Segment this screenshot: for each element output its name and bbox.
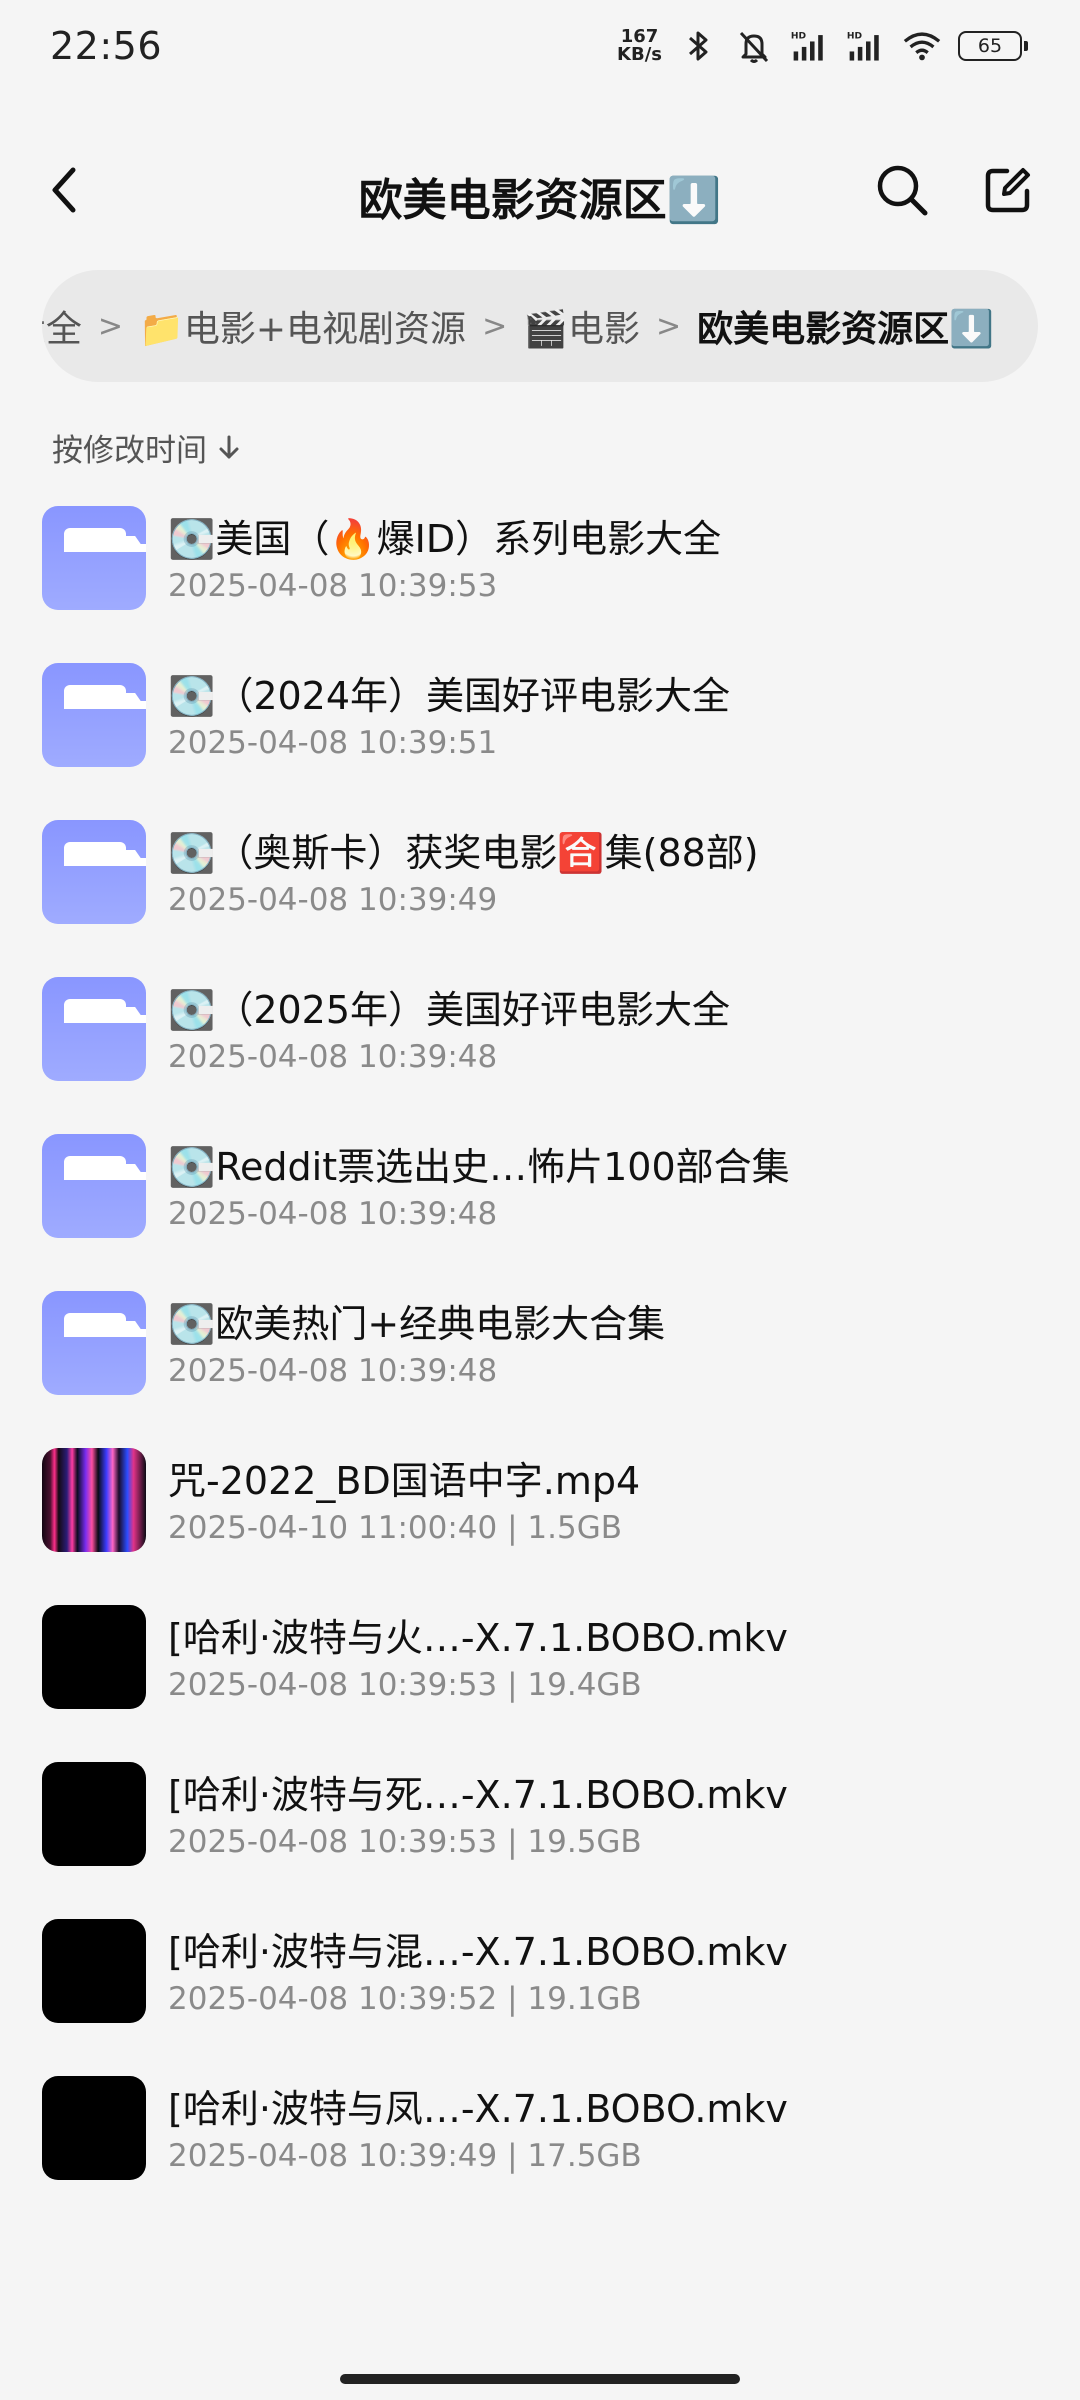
video-thumbnail [42, 1762, 146, 1866]
file-name: [哈利·波特与火…-X.7.1.BOBO.mkv [168, 1616, 788, 1660]
search-icon [877, 165, 928, 216]
sort-control[interactable]: 按修改时间 [52, 425, 241, 470]
breadcrumb-item[interactable]: 🎬电影 [521, 300, 642, 352]
arrow-down-icon [219, 435, 239, 458]
breadcrumb: 大全 > 📁电影+电视剧资源 > 🎬电影 > 欧美电影资源区⬇️ [42, 270, 1038, 382]
file-meta: 2025-04-08 10:39:53 [168, 568, 498, 604]
folder-icon [42, 1291, 146, 1395]
folder-icon [42, 977, 146, 1081]
file-name: [哈利·波特与混…-X.7.1.BOBO.mkv [168, 1930, 788, 1974]
folder-row[interactable]: 💽欧美热门+经典电影大合集 2025-04-08 10:39:48 [0, 1277, 1080, 1434]
file-list: 💽美国（🔥爆ID）系列电影大全 2025-04-08 10:39:53 💽（20… [0, 492, 1080, 2219]
file-meta: 2025-04-08 10:39:53 | 19.4GB [168, 1667, 642, 1703]
search-button[interactable] [872, 160, 932, 220]
chevron-right-icon: > [482, 308, 508, 344]
svg-text:HD: HD [847, 32, 863, 42]
status-bar: 22:56 167 KB/s HD HD 65 [0, 0, 1080, 100]
file-meta: 2025-04-08 10:39:48 [168, 1353, 498, 1389]
file-name: 💽（2024年）美国好评电影大全 [168, 674, 731, 718]
signal-hd-icon: HD [790, 26, 830, 66]
chevron-right-icon: > [656, 308, 682, 344]
header: 欧美电影资源区⬇️ [0, 140, 1080, 240]
folder-icon [42, 820, 146, 924]
battery-icon: 65 [958, 31, 1028, 61]
chevron-right-icon: > [97, 308, 124, 344]
breadcrumb-item[interactable]: 大全 [42, 300, 84, 352]
file-name: 💽Reddit票选出史…怖片100部合集 [168, 1145, 790, 1189]
breadcrumb-item[interactable]: 📁电影+电视剧资源 [137, 300, 468, 352]
edit-button[interactable] [978, 160, 1038, 220]
breadcrumb-track: 大全 > 📁电影+电视剧资源 > 🎬电影 > 欧美电影资源区⬇️ [42, 270, 996, 382]
chevron-left-icon [52, 167, 76, 213]
video-thumbnail [42, 2076, 146, 2180]
status-icons: 167 KB/s HD HD 65 [617, 26, 1028, 66]
wifi-icon [902, 26, 942, 66]
folder-icon [42, 506, 146, 610]
battery-level: 65 [977, 35, 1003, 57]
file-meta: 2025-04-08 10:39:48 [168, 1196, 498, 1232]
file-name: 咒-2022_BD国语中字.mp4 [168, 1459, 641, 1503]
status-time: 22:56 [50, 24, 163, 68]
file-meta: 2025-04-10 11:00:40 | 1.5GB [168, 1510, 622, 1546]
file-name: 💽美国（🔥爆ID）系列电影大全 [168, 517, 722, 561]
folder-row[interactable]: 💽（2024年）美国好评电影大全 2025-04-08 10:39:51 [0, 649, 1080, 806]
file-row[interactable]: [哈利·波特与死…-X.7.1.BOBO.mkv 2025-04-08 10:3… [0, 1748, 1080, 1905]
home-indicator[interactable] [340, 2374, 740, 2384]
folder-row[interactable]: 💽美国（🔥爆ID）系列电影大全 2025-04-08 10:39:53 [0, 492, 1080, 649]
file-name: 💽欧美热门+经典电影大合集 [168, 1302, 666, 1346]
file-row[interactable]: [哈利·波特与凤…-X.7.1.BOBO.mkv 2025-04-08 10:3… [0, 2062, 1080, 2219]
file-meta: 2025-04-08 10:39:49 | 17.5GB [168, 2138, 642, 2174]
folder-icon [42, 1134, 146, 1238]
mute-icon [734, 26, 774, 66]
folder-row[interactable]: 💽（奥斯卡）获奖电影🈴集(88部) 2025-04-08 10:39:49 [0, 806, 1080, 963]
edit-icon [985, 168, 1030, 213]
folder-row[interactable]: 💽Reddit票选出史…怖片100部合集 2025-04-08 10:39:48 [0, 1120, 1080, 1277]
file-row[interactable]: [哈利·波特与火…-X.7.1.BOBO.mkv 2025-04-08 10:3… [0, 1591, 1080, 1748]
video-thumbnail [42, 1448, 146, 1552]
net-speed-unit: KB/s [617, 44, 662, 65]
file-row[interactable]: 咒-2022_BD国语中字.mp4 2025-04-10 11:00:40 | … [0, 1434, 1080, 1591]
folder-icon [42, 663, 146, 767]
signal-hd-icon: HD [846, 26, 886, 66]
svg-text:HD: HD [791, 32, 807, 42]
back-button[interactable] [36, 162, 92, 218]
video-thumbnail [42, 1919, 146, 2023]
file-meta: 2025-04-08 10:39:48 [168, 1039, 498, 1075]
file-meta: 2025-04-08 10:39:52 | 19.1GB [168, 1981, 642, 2017]
net-speed: 167 KB/s [617, 28, 662, 64]
breadcrumb-current[interactable]: 欧美电影资源区⬇️ [695, 300, 996, 352]
file-name: 💽（奥斯卡）获奖电影🈴集(88部) [168, 831, 759, 875]
sort-label: 按修改时间 [52, 433, 207, 469]
file-row[interactable]: [哈利·波特与混…-X.7.1.BOBO.mkv 2025-04-08 10:3… [0, 1905, 1080, 2062]
folder-row[interactable]: 💽（2025年）美国好评电影大全 2025-04-08 10:39:48 [0, 963, 1080, 1120]
video-thumbnail [42, 1605, 146, 1709]
file-name: [哈利·波特与凤…-X.7.1.BOBO.mkv [168, 2087, 788, 2131]
page-title: 欧美电影资源区⬇️ [358, 175, 722, 226]
file-meta: 2025-04-08 10:39:53 | 19.5GB [168, 1824, 642, 1860]
file-meta: 2025-04-08 10:39:49 [168, 882, 498, 918]
bluetooth-icon [678, 26, 718, 66]
file-meta: 2025-04-08 10:39:51 [168, 725, 498, 761]
file-name: 💽（2025年）美国好评电影大全 [168, 988, 731, 1032]
file-name: [哈利·波特与死…-X.7.1.BOBO.mkv [168, 1773, 788, 1817]
